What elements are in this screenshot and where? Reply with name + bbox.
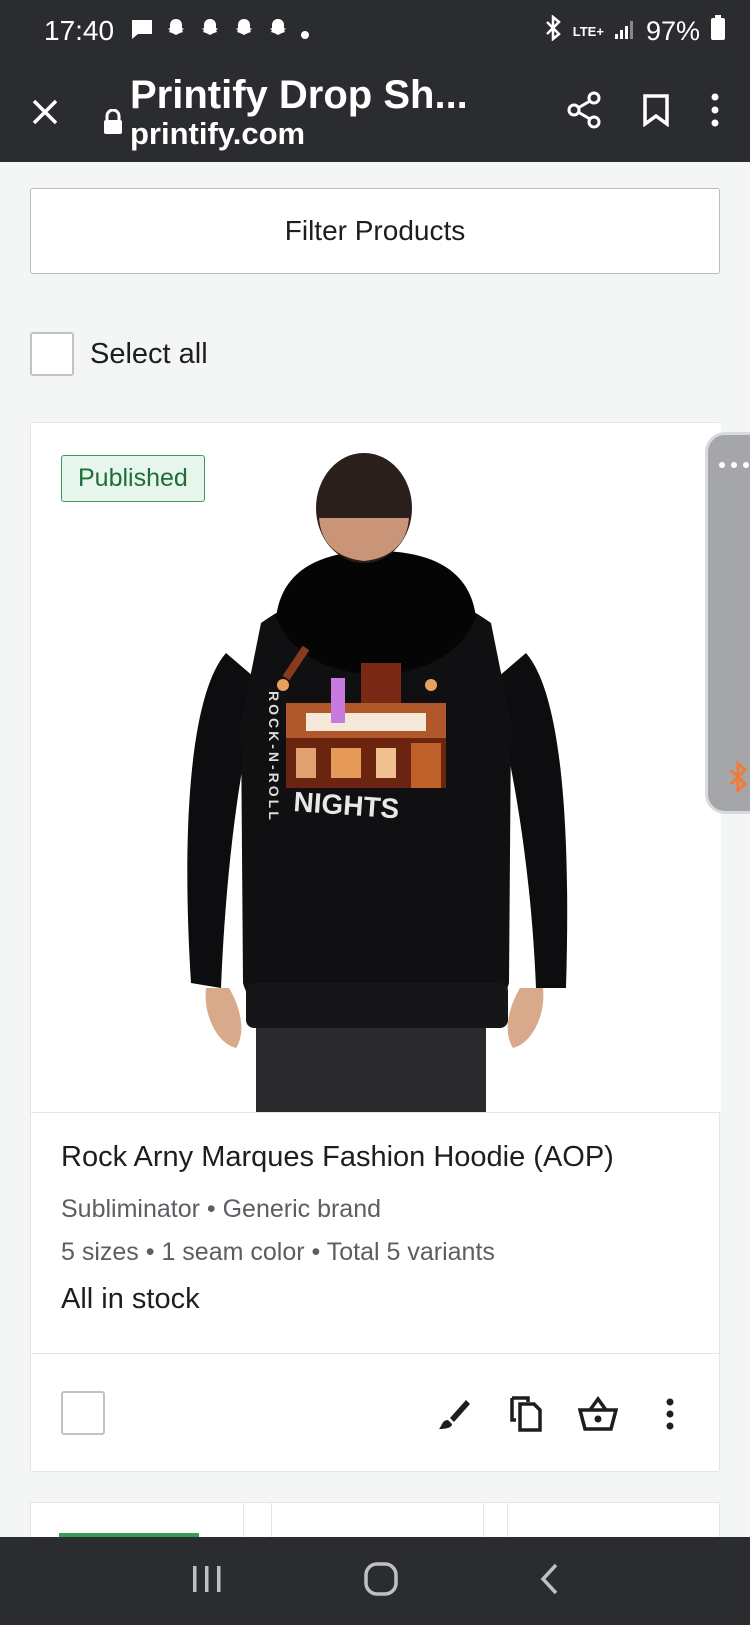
filter-products-button[interactable]: Filter Products — [30, 188, 720, 274]
copy-icon — [510, 1396, 542, 1432]
status-time: 17:40 — [44, 15, 115, 46]
edit-design-button[interactable] — [433, 1384, 475, 1444]
select-all-row[interactable]: Select all — [30, 332, 208, 376]
more-vertical-icon — [666, 1398, 674, 1430]
snapchat-icon — [232, 16, 256, 47]
more-options-button[interactable] — [710, 93, 720, 132]
home-icon — [364, 1561, 398, 1596]
share-icon — [567, 91, 601, 128]
next-product-card[interactable] — [30, 1502, 720, 1537]
status-bar: 17:40 LTE+ 97% — [0, 0, 750, 62]
recent-apps-button[interactable] — [190, 1564, 224, 1599]
product-image[interactable]: ROCK-N-ROLL NIGHTS — [31, 423, 721, 1113]
snapchat-icon — [266, 16, 290, 47]
notification-dot-icon — [300, 16, 310, 47]
page-title-area[interactable]: Printify Drop Sh... printify.com — [90, 73, 566, 151]
home-button[interactable] — [363, 1561, 399, 1602]
publish-to-store-button[interactable] — [577, 1384, 619, 1444]
battery-icon — [710, 14, 726, 48]
close-button[interactable] — [0, 97, 90, 127]
lock-icon — [102, 108, 124, 140]
page-content: Filter Products Select all ROCK-N-ROLL N… — [0, 162, 750, 1537]
back-icon — [540, 1563, 558, 1594]
bluetooth-icon — [543, 13, 563, 48]
signal-icon — [614, 16, 636, 47]
back-button[interactable] — [538, 1562, 560, 1601]
product-variants: 5 sizes • 1 seam color • Total 5 variant… — [61, 1238, 495, 1266]
graphic-text-vertical: ROCK-N-ROLL — [266, 691, 282, 823]
page-url: printify.com — [130, 116, 306, 151]
snapchat-icon — [164, 16, 188, 47]
stock-status: All in stock — [61, 1283, 200, 1315]
select-all-checkbox[interactable] — [30, 332, 74, 376]
product-card[interactable]: ROCK-N-ROLL NIGHTS Published Rock Arny M… — [30, 422, 721, 1473]
share-button[interactable] — [566, 91, 602, 134]
message-icon — [130, 16, 154, 47]
bluetooth-icon — [729, 761, 748, 793]
bookmark-icon — [643, 93, 669, 127]
recent-apps-icon — [192, 1565, 221, 1592]
browser-toolbar: Printify Drop Sh... printify.com — [0, 62, 750, 162]
brush-icon — [439, 1400, 470, 1429]
card-actions — [31, 1353, 721, 1473]
page-title: Printify Drop Sh... — [130, 73, 468, 117]
edge-panel-handle[interactable] — [705, 432, 750, 814]
published-badge: Published — [61, 455, 205, 502]
select-all-label: Select all — [90, 337, 208, 370]
bookmark-button[interactable] — [642, 93, 670, 132]
battery-percent: 97% — [645, 15, 700, 46]
card-more-button[interactable] — [649, 1384, 691, 1444]
product-checkbox[interactable] — [61, 1391, 105, 1435]
product-brand: Subliminator • Generic brand — [61, 1195, 382, 1223]
duplicate-button[interactable] — [505, 1384, 547, 1444]
network-type: LTE+ — [572, 23, 604, 39]
more-vertical-icon — [711, 93, 719, 126]
product-title[interactable]: Rock Arny Marques Fashion Hoodie (AOP) — [61, 1141, 614, 1174]
system-navigation-bar — [0, 1537, 750, 1625]
close-icon — [32, 99, 58, 125]
more-horizontal-icon — [719, 462, 749, 468]
basket-icon — [578, 1396, 618, 1431]
snapchat-icon — [198, 16, 222, 47]
